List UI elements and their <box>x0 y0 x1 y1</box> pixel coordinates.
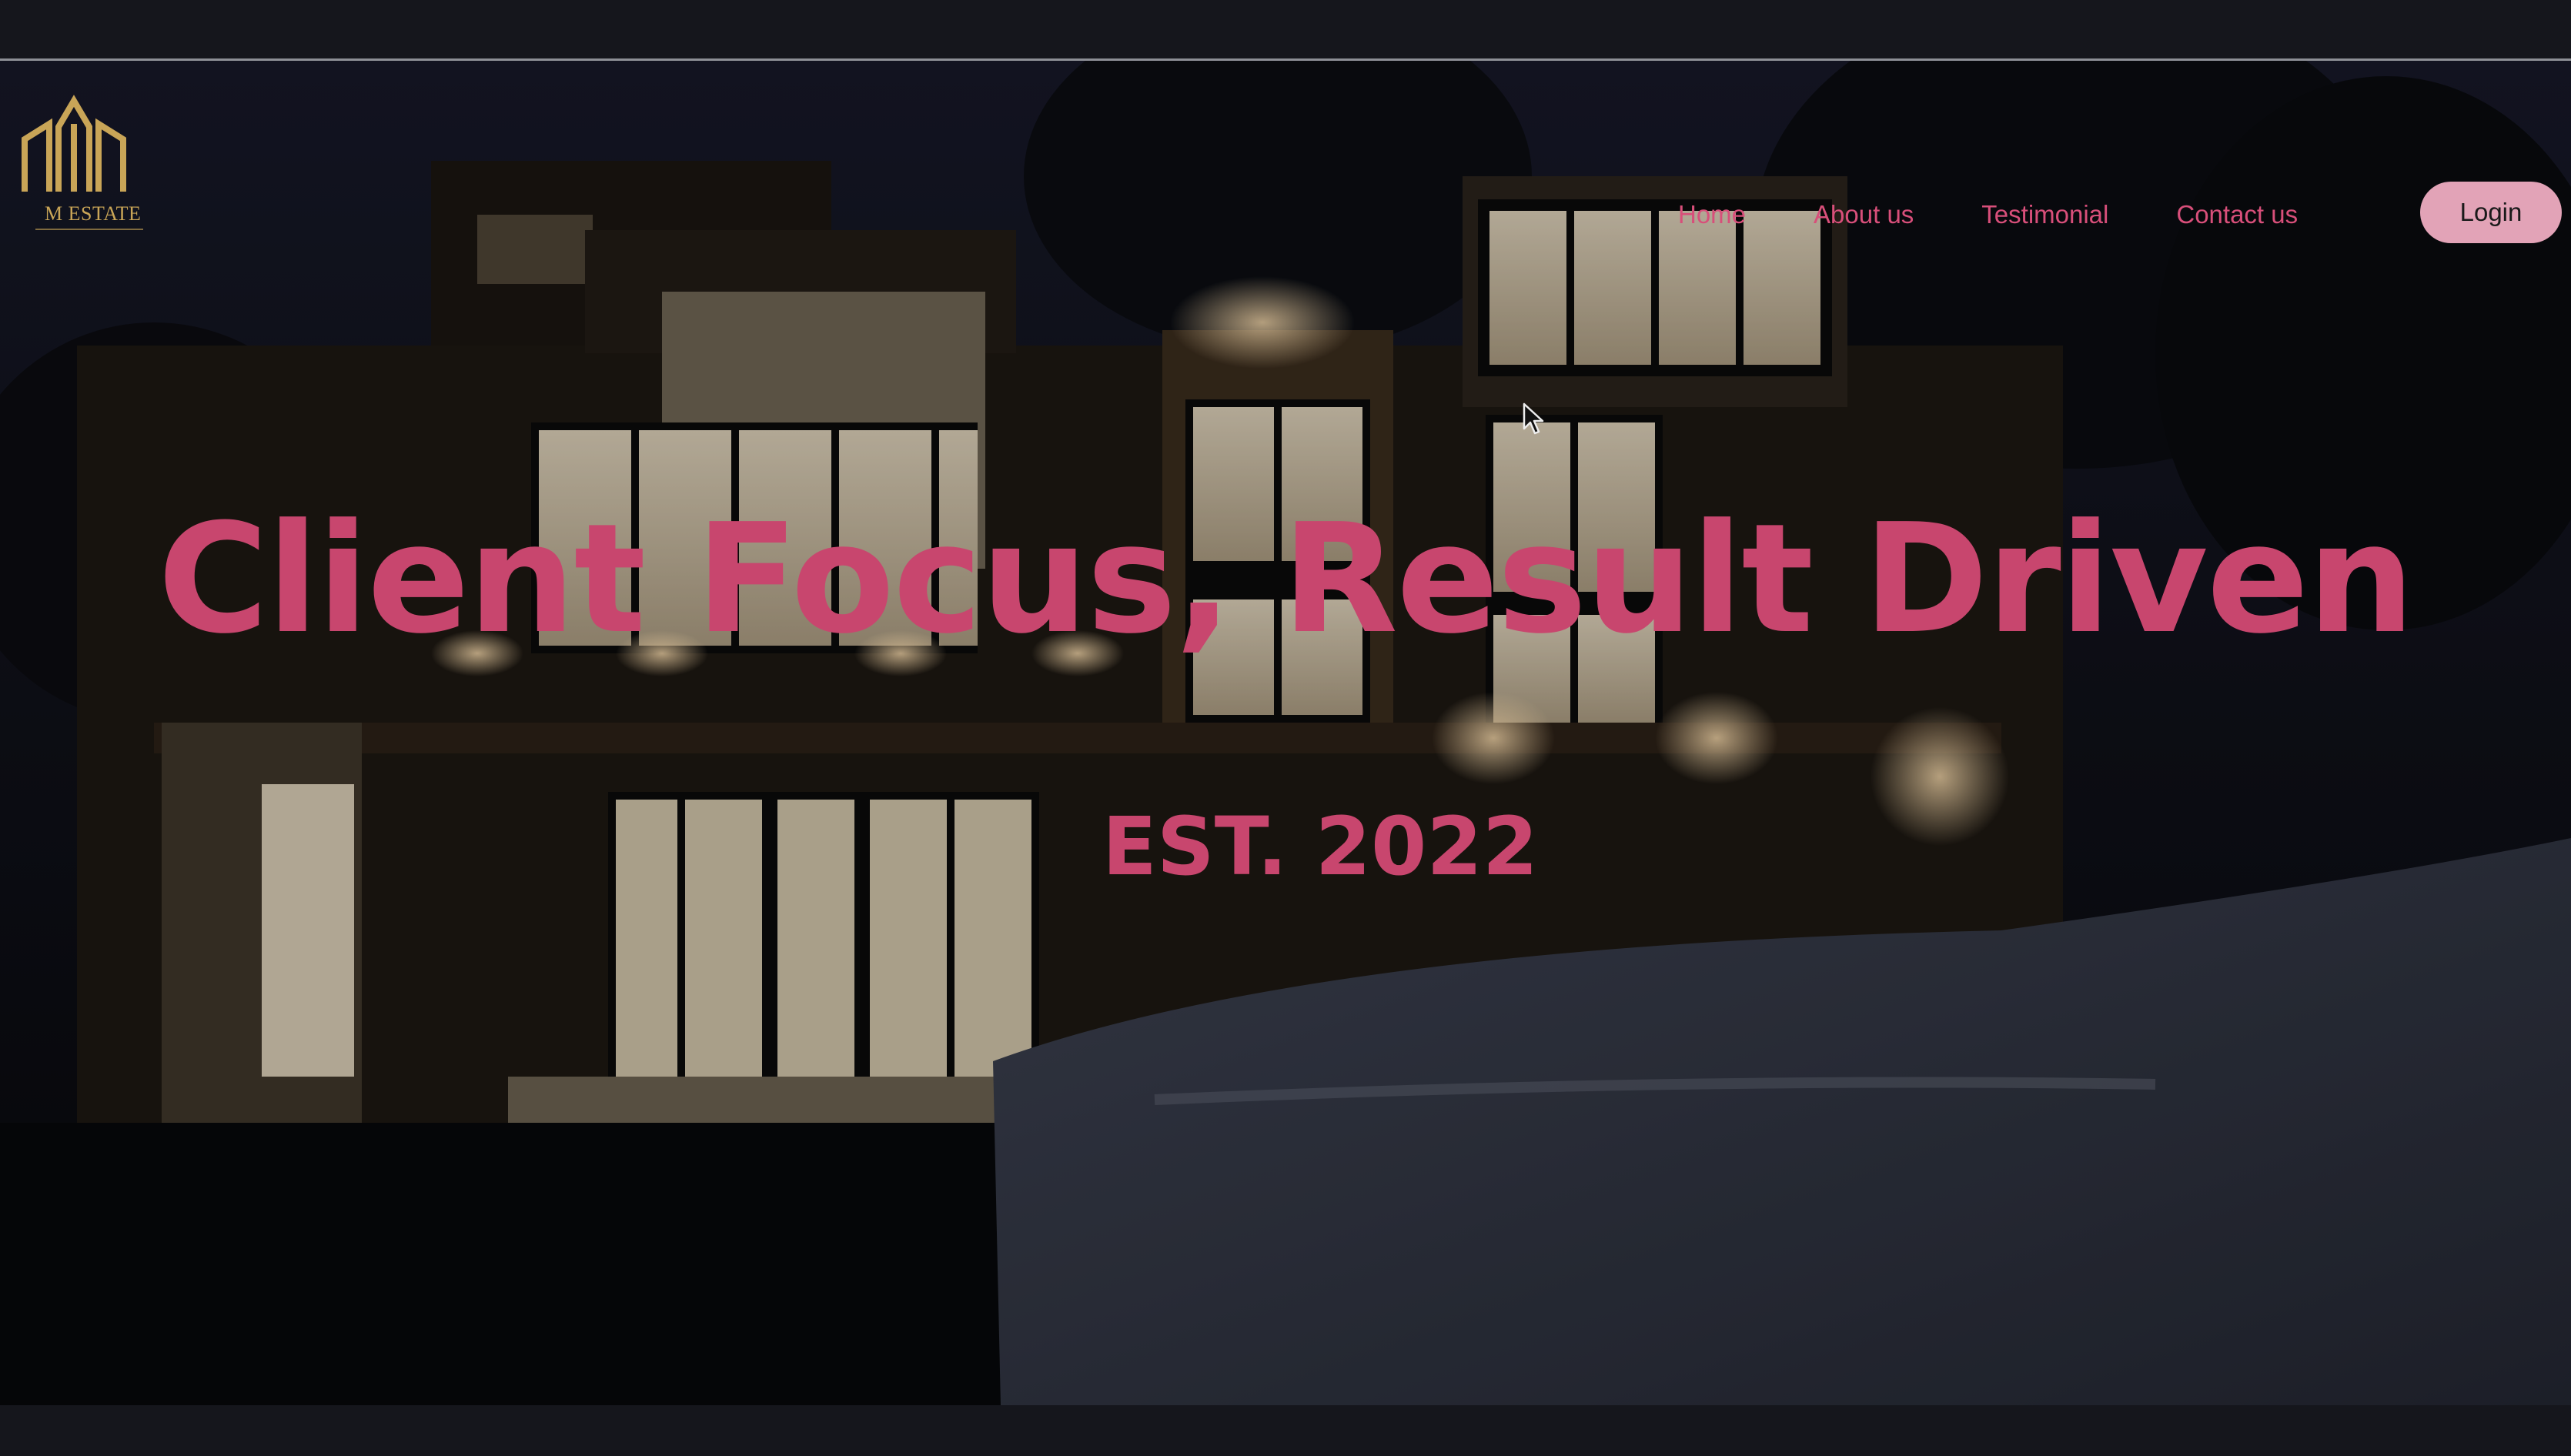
login-button[interactable]: Login <box>2420 182 2562 243</box>
window-top-bar <box>0 0 2571 60</box>
main-nav: Home About us Testimonial Contact us <box>1678 184 2365 245</box>
nav-contact-us[interactable]: Contact us <box>2176 200 2298 229</box>
brand-name: M ESTATE <box>45 202 142 225</box>
hero-dim-overlay <box>0 61 2571 1405</box>
nav-about-us[interactable]: About us <box>1814 200 1914 229</box>
building-logo-icon <box>22 95 126 192</box>
hero-headline: Client Focus, Result Driven <box>157 492 2415 667</box>
hero-section: M ESTATE Home About us Testimonial Conta… <box>0 61 2571 1405</box>
brand-tagline-line <box>35 229 143 236</box>
nav-testimonial[interactable]: Testimonial <box>1981 200 2108 229</box>
mouse-pointer-icon <box>1523 402 1544 435</box>
brand-logo[interactable]: M ESTATE <box>18 93 149 239</box>
window-bottom-bar <box>0 1405 2571 1456</box>
nav-home[interactable]: Home <box>1678 200 1746 229</box>
hero-established-year: EST. 2022 <box>1102 800 1539 893</box>
